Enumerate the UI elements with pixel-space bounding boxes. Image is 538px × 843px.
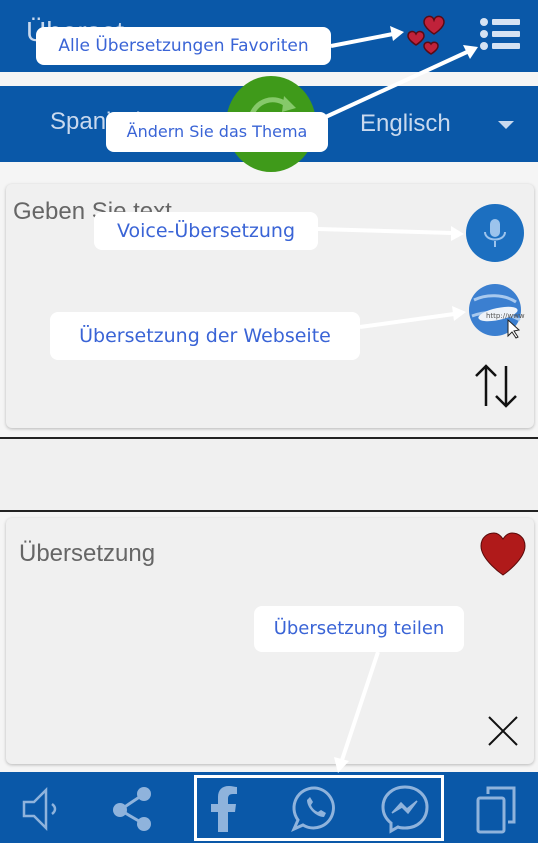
translation-output: Übersetzung xyxy=(19,540,156,567)
heart-icon[interactable] xyxy=(478,532,528,578)
svg-text:http://www: http://www xyxy=(486,312,525,320)
share-buttons-highlight xyxy=(194,775,444,841)
chevron-down-icon[interactable] xyxy=(498,121,514,129)
middle-band xyxy=(0,439,538,511)
target-language-selector[interactable]: Englisch xyxy=(360,110,451,138)
hearts-icon[interactable] xyxy=(402,12,450,56)
microphone-icon[interactable] xyxy=(466,204,524,262)
speaker-icon[interactable] xyxy=(18,784,68,834)
tooltip-website: Übersetzung der Webseite xyxy=(50,312,360,360)
copy-icon[interactable] xyxy=(472,784,522,834)
up-down-arrows-icon[interactable] xyxy=(470,360,522,412)
tooltip-favorites: Alle Übersetzungen Favoriten xyxy=(36,27,331,65)
tooltip-voice: Voice-Übersetzung xyxy=(94,212,318,250)
close-icon[interactable] xyxy=(486,714,520,748)
globe-icon[interactable]: http://www xyxy=(462,280,528,344)
list-menu-icon[interactable] xyxy=(478,16,522,52)
share-icon[interactable] xyxy=(108,784,158,834)
tooltip-share: Übersetzung teilen xyxy=(254,606,464,652)
divider xyxy=(0,510,538,512)
tooltip-theme: Ändern Sie das Thema xyxy=(106,112,328,152)
